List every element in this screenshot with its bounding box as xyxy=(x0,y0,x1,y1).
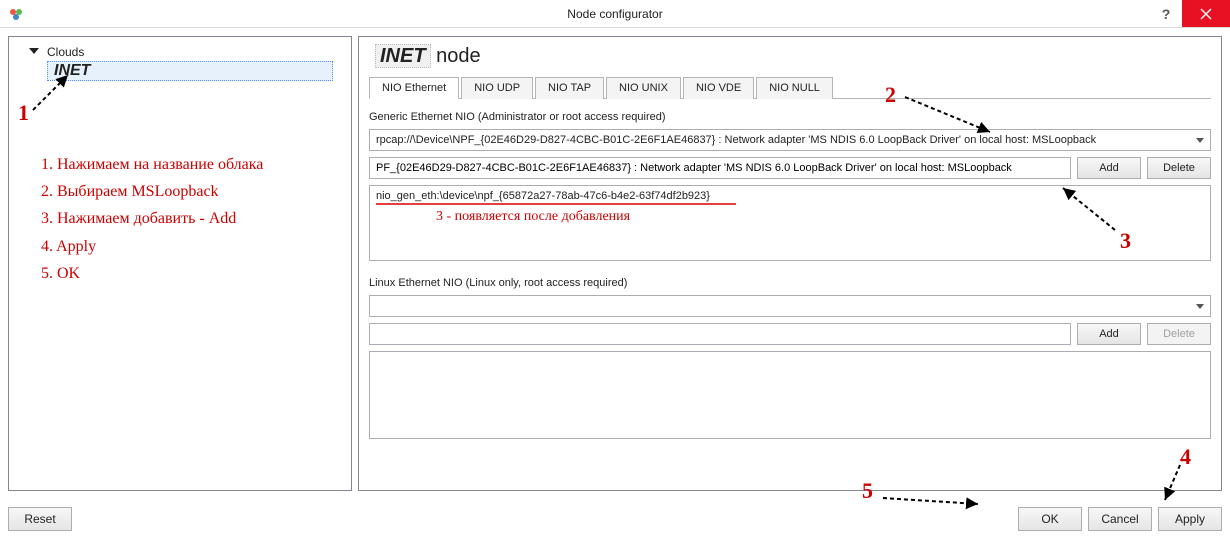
linux-nio-label: Linux Ethernet NIO (Linux only, root acc… xyxy=(369,277,1211,289)
chevron-down-icon xyxy=(1196,138,1204,143)
tab-nio-null[interactable]: NIO NULL xyxy=(756,77,833,99)
generic-nio-list-item[interactable]: nio_gen_eth:\device\npf_{65872a27-78ab-4… xyxy=(376,190,1204,205)
tree-root-label: Clouds xyxy=(47,45,84,59)
generic-nio-label: Generic Ethernet NIO (Administrator or r… xyxy=(369,111,1211,123)
instruction-2: 2. Выбираем MSLoopback xyxy=(41,178,343,205)
linux-nio-combo[interactable] xyxy=(369,295,1211,317)
title-bar: Node configurator ? xyxy=(0,0,1230,28)
instruction-4: 4. Apply xyxy=(41,233,343,260)
panel-title-brand: INET xyxy=(375,44,431,68)
instruction-3: 3. Нажимаем добавить - Add xyxy=(41,205,343,232)
tree-panel: Clouds INET 1. Нажимаем на название обла… xyxy=(8,36,352,491)
tab-nio-vde[interactable]: NIO VDE xyxy=(683,77,754,99)
instructions: 1. Нажимаем на название облака 2. Выбира… xyxy=(41,151,343,287)
linux-delete-button: Delete xyxy=(1147,323,1211,345)
tab-nio-udp[interactable]: NIO UDP xyxy=(461,77,533,99)
help-button[interactable]: ? xyxy=(1150,0,1182,27)
panel-title-suffix: node xyxy=(431,45,481,67)
apply-button[interactable]: Apply xyxy=(1158,507,1222,531)
tab-nio-tap[interactable]: NIO TAP xyxy=(535,77,604,99)
linux-nio-listbox[interactable] xyxy=(369,351,1211,439)
generic-delete-button[interactable]: Delete xyxy=(1147,157,1211,179)
generic-nio-combo-value: rpcap://\Device\NPF_{02E46D29-D827-4CBC-… xyxy=(376,134,1096,146)
generic-nio-caption: 3 - появляется после добавления xyxy=(436,209,1204,225)
ok-button[interactable]: OK xyxy=(1018,507,1082,531)
generic-nio-listbox[interactable]: nio_gen_eth:\device\npf_{65872a27-78ab-4… xyxy=(369,185,1211,261)
dialog-buttons: Reset OK Cancel Apply xyxy=(8,507,1222,531)
linux-nio-textbox[interactable] xyxy=(369,323,1071,345)
tab-nio-ethernet[interactable]: NIO Ethernet xyxy=(369,77,459,99)
chevron-down-icon xyxy=(1196,304,1204,309)
tree-node-inet[interactable]: INET xyxy=(47,61,333,81)
close-button[interactable] xyxy=(1182,0,1230,27)
instruction-1: 1. Нажимаем на название облака xyxy=(41,151,343,178)
panel-title: INET node xyxy=(375,45,1211,68)
tree-collapse-icon[interactable] xyxy=(29,48,39,54)
tree-root-clouds[interactable]: Clouds xyxy=(29,45,343,59)
tabs: NIO Ethernet NIO UDP NIO TAP NIO UNIX NI… xyxy=(369,76,1211,99)
instruction-5: 5. OK xyxy=(41,260,343,287)
generic-nio-textbox[interactable] xyxy=(369,157,1071,179)
reset-button[interactable]: Reset xyxy=(8,507,72,531)
window-title: Node configurator xyxy=(567,7,662,21)
app-icon xyxy=(6,4,26,24)
generic-add-button[interactable]: Add xyxy=(1077,157,1141,179)
tab-nio-unix[interactable]: NIO UNIX xyxy=(606,77,681,99)
linux-add-button[interactable]: Add xyxy=(1077,323,1141,345)
cancel-button[interactable]: Cancel xyxy=(1088,507,1152,531)
content-panel: INET node NIO Ethernet NIO UDP NIO TAP N… xyxy=(358,36,1222,491)
generic-nio-combo[interactable]: rpcap://\Device\NPF_{02E46D29-D827-4CBC-… xyxy=(369,129,1211,151)
